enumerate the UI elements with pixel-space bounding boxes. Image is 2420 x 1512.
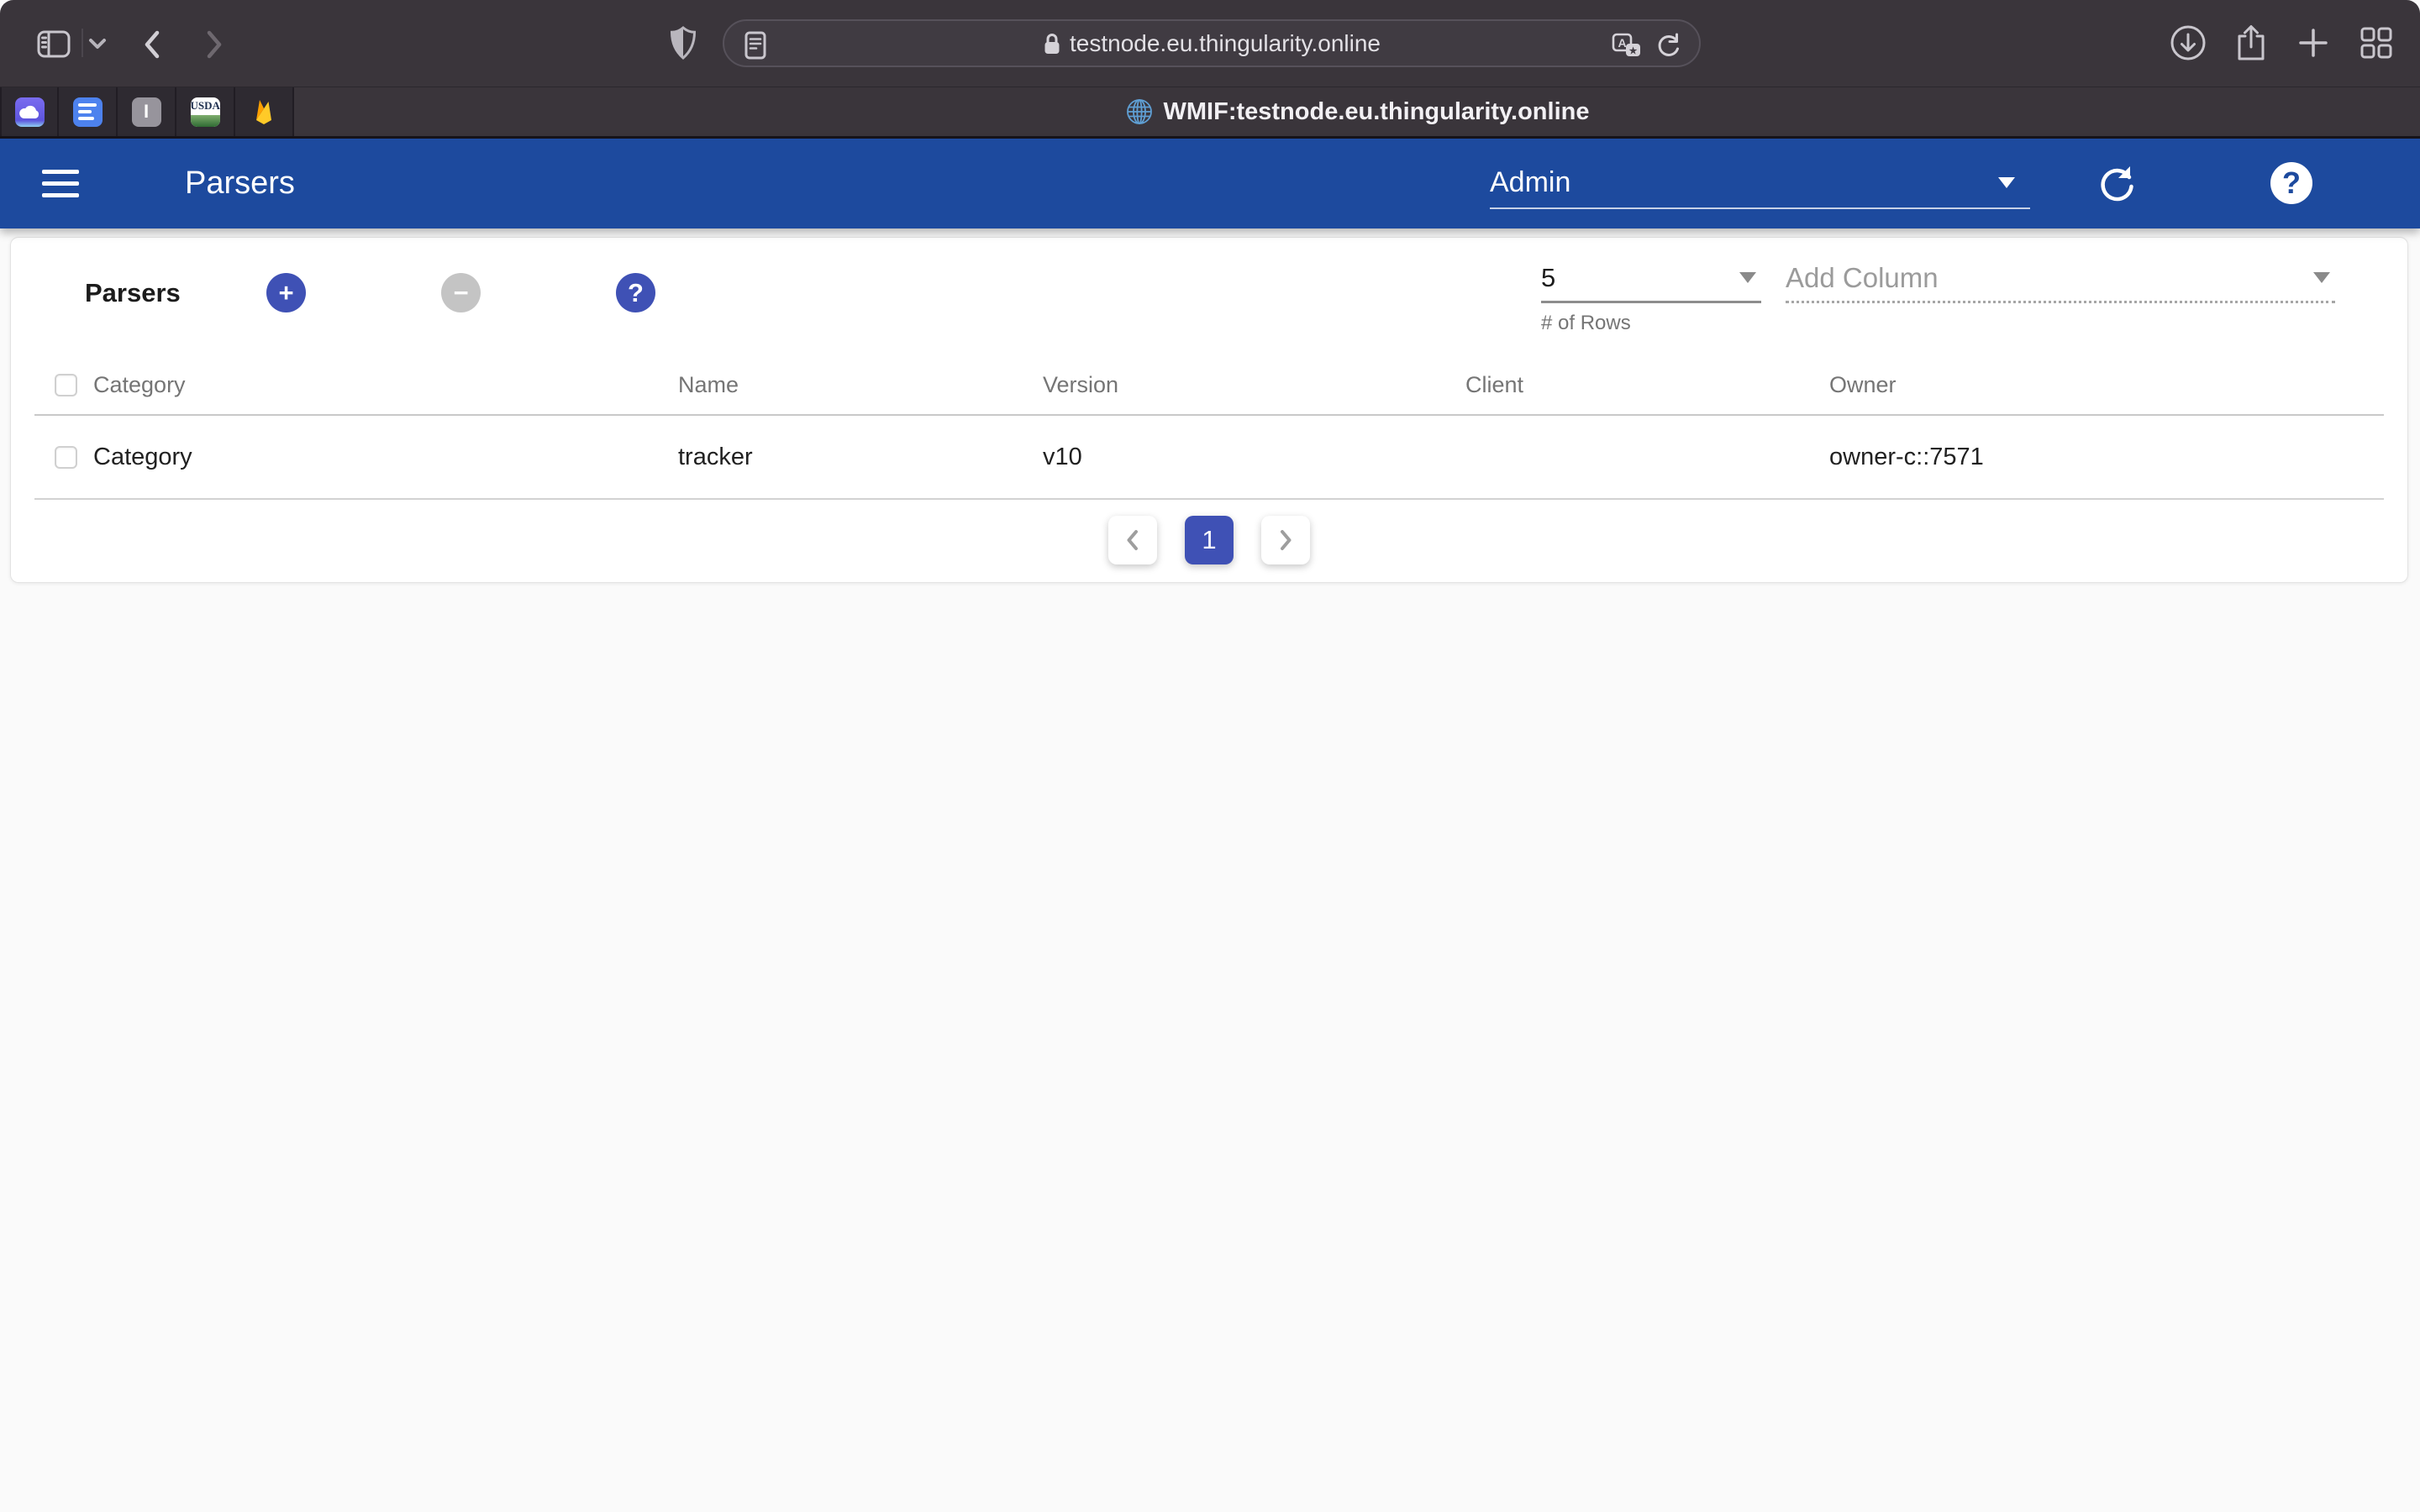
page-title: Parsers — [185, 139, 295, 228]
pinned-tab-docs[interactable] — [59, 87, 118, 136]
chevron-down-icon[interactable] — [87, 37, 108, 50]
rows-per-page-value: 5 — [1541, 263, 1555, 293]
add-parser-button[interactable]: + — [266, 273, 306, 312]
back-button-icon[interactable] — [139, 28, 165, 61]
rows-per-page-label: # of Rows — [1541, 312, 1761, 335]
app-bar: Parsers Admin ? — [0, 139, 2420, 228]
nav-select[interactable]: Admin — [1490, 157, 2030, 209]
pinned-tab-info[interactable]: I — [118, 87, 176, 136]
parsers-table: Category Name Version Client Owner Categ… — [34, 355, 2384, 500]
rows-per-page-select[interactable]: 5 # of Rows — [1541, 255, 1761, 335]
lock-icon — [1043, 32, 1061, 55]
cloud-favicon-icon — [15, 97, 45, 127]
browser-window: testnode.eu.thingularity.online A★ — [0, 0, 2420, 1512]
svg-text:★: ★ — [1629, 46, 1638, 56]
active-tab-title: WMIF:testnode.eu.thingularity.online — [1164, 98, 1590, 126]
parsers-card: Parsers + − ? 5 # of Rows Add Column — [10, 237, 2408, 583]
svg-text:A: A — [1618, 36, 1626, 50]
column-header-version: Version — [1043, 372, 1465, 398]
page-content: Parsers + − ? 5 # of Rows Add Column — [0, 228, 2420, 1512]
tab-bar: I USDA WMIF:testnode.eu.thingularity.onl… — [0, 87, 2420, 139]
cell-category: Category — [93, 444, 678, 471]
section-title: Parsers — [85, 278, 181, 308]
cell-owner: owner-c::7571 — [1829, 444, 2370, 471]
help-icon[interactable]: ? — [2270, 162, 2312, 204]
reload-icon[interactable] — [1655, 33, 1681, 60]
nav-select-value: Admin — [1490, 166, 1570, 199]
browser-toolbar: testnode.eu.thingularity.online A★ — [0, 0, 2420, 87]
address-url[interactable]: testnode.eu.thingularity.online — [1070, 30, 1381, 57]
page-number-button[interactable]: 1 — [1185, 516, 1234, 564]
remove-parser-button: − — [441, 273, 481, 312]
previous-page-button[interactable] — [1108, 516, 1157, 564]
usda-favicon-icon: USDA — [191, 97, 220, 127]
docs-favicon-icon — [73, 97, 103, 127]
table-header-row: Category Name Version Client Owner — [34, 355, 2384, 416]
share-icon[interactable] — [2233, 23, 2269, 63]
address-bar[interactable]: testnode.eu.thingularity.online A★ — [723, 19, 1701, 67]
chevron-down-icon — [1739, 272, 1756, 283]
column-header-name: Name — [678, 372, 1043, 398]
pinned-tab-usda[interactable]: USDA — [176, 87, 235, 136]
forward-button-icon[interactable] — [202, 28, 227, 61]
menu-icon[interactable] — [42, 170, 79, 197]
chevron-down-icon — [1998, 177, 2015, 188]
table-row[interactable]: Category tracker v10 owner-c::7571 — [34, 416, 2384, 500]
globe-favicon-icon — [1125, 97, 1154, 126]
downloads-icon[interactable] — [2170, 24, 2207, 61]
info-favicon-icon: I — [132, 97, 161, 127]
tab-overview-icon[interactable] — [2360, 26, 2393, 60]
chevron-down-icon — [2313, 272, 2330, 283]
add-column-placeholder: Add Column — [1786, 262, 1939, 294]
select-all-checkbox[interactable] — [55, 374, 77, 396]
next-page-button[interactable] — [1261, 516, 1310, 564]
row-checkbox[interactable] — [55, 446, 77, 469]
add-column-select[interactable]: Add Column — [1786, 255, 2335, 303]
column-header-client: Client — [1465, 372, 1829, 398]
refresh-icon[interactable] — [2096, 162, 2139, 204]
active-tab[interactable]: WMIF:testnode.eu.thingularity.online — [294, 87, 2420, 136]
cell-name: tracker — [678, 444, 1043, 471]
panel-help-button[interactable]: ? — [616, 273, 655, 312]
cell-version: v10 — [1043, 444, 1465, 471]
new-tab-icon[interactable] — [2296, 26, 2330, 60]
pagination: 1 — [11, 500, 2407, 580]
sidebar-toggle-icon[interactable] — [37, 30, 71, 58]
firebase-favicon-icon — [250, 97, 277, 126]
toolbar-separator — [82, 29, 83, 57]
column-header-category: Category — [93, 372, 678, 398]
privacy-shield-icon[interactable] — [669, 25, 697, 62]
pinned-tab-cloud[interactable] — [0, 87, 59, 136]
pinned-tab-firebase[interactable] — [235, 87, 294, 136]
column-header-owner: Owner — [1829, 372, 2370, 398]
translate-icon[interactable]: A★ — [1612, 33, 1642, 60]
card-toolbar: Parsers + − ? 5 # of Rows Add Column — [11, 238, 2407, 355]
